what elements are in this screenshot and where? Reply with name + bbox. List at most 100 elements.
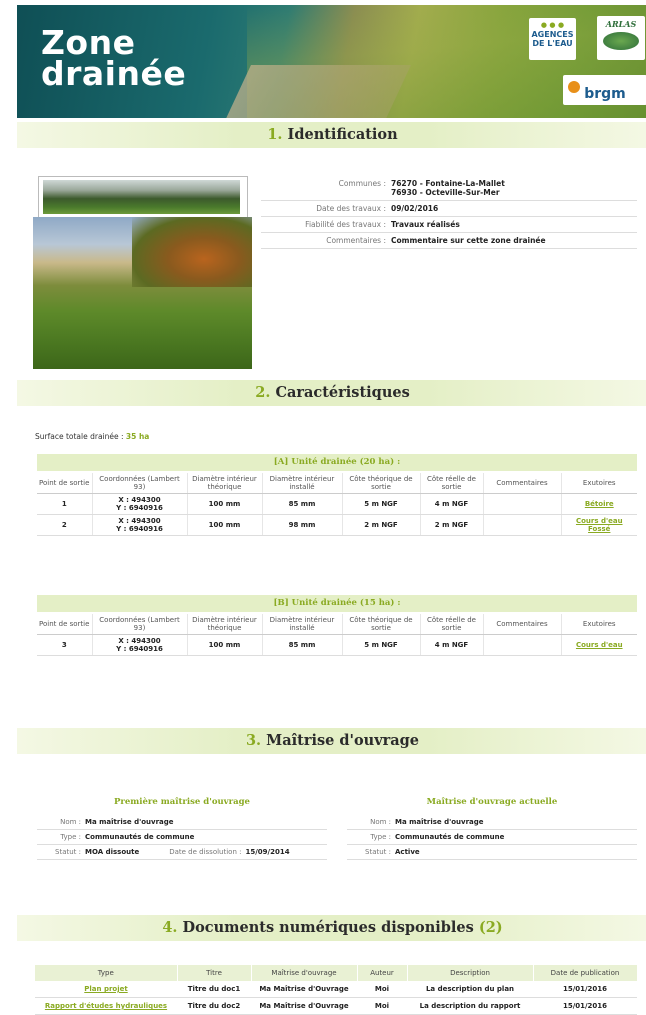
commentaires-label: Commentaires : — [326, 236, 386, 245]
exutoires-cell: Bétoire — [561, 493, 637, 515]
photo-hedge — [43, 180, 240, 214]
doc-type-cell: Rapport d'études hydrauliques — [35, 997, 177, 1015]
date-label: Date des travaux : — [316, 204, 386, 213]
column-header: Type — [35, 965, 178, 981]
point-cell: 1 — [37, 493, 93, 515]
fiabilite-value: Travaux réalisés — [391, 220, 460, 229]
documents-table: Type Titre Maîtrise d'ouvrage Auteur Descrip… — [35, 965, 638, 1015]
column-header: Point de sortie — [37, 473, 93, 494]
exutoire-link[interactable]: Fossé — [563, 525, 637, 533]
table-header-row: Type Titre Maîtrise d'ouvrage Auteur Descrip… — [35, 965, 638, 981]
doc-moa-cell: Ma Maîtrise d'Ouvrage — [251, 997, 357, 1015]
commentaires-row: Commentaires : Commentaire sur cette zon… — [261, 233, 637, 249]
column-header: Diamètre intérieur installé — [262, 614, 343, 635]
type-label: Type : — [60, 833, 81, 841]
photo-field[interactable] — [33, 217, 252, 369]
section-header-documents: 4. Documents numériques disponibles (2) — [17, 915, 646, 941]
coords-cell: X : 494300 Y : 6940916 — [92, 634, 188, 656]
column-header: Côte théorique de sortie — [342, 473, 421, 494]
date-value: 09/02/2016 — [391, 204, 439, 213]
table-row: Plan projet Titre du doc1 Ma Maîtrise d'Ou… — [35, 981, 637, 998]
arlas-logo-text: ARLAS — [605, 19, 637, 29]
column-header: Exutoires — [561, 473, 637, 494]
documents-count: (2) — [478, 919, 503, 936]
doc-titre-cell: Titre du doc2 — [177, 997, 251, 1015]
doc-moa-cell: Ma Maîtrise d'Ouvrage — [251, 981, 357, 998]
moa-nom-row: Nom : Ma maîtrise d'ouvrage — [37, 815, 327, 830]
doc-type-link[interactable]: Rapport d'études hydrauliques — [37, 1002, 175, 1010]
surface-totale: Surface totale drainée : 35 ha — [35, 432, 149, 441]
moa-type-row: Type : Communautés de commune — [347, 830, 637, 845]
table-header-row: Point de sortie Coordonnées (Lambert 93) D… — [37, 473, 637, 494]
coord-y: Y : 6940916 — [116, 525, 163, 533]
moa-nom-row: Nom : Ma maîtrise d'ouvrage — [347, 815, 637, 830]
diametre-installe-cell: 98 mm — [262, 514, 343, 536]
diametre-installe-cell: 85 mm — [262, 493, 343, 515]
section-number: 3. — [245, 732, 262, 749]
column-header: Coordonnées (Lambert 93) — [92, 614, 188, 635]
dissolution-label: Date de dissolution : — [169, 848, 242, 856]
unit-a-header: [A] Unité drainée (20 ha) : — [37, 454, 637, 471]
coord-x: X : 494300 — [118, 496, 161, 504]
doc-type-link[interactable]: Plan projet — [37, 985, 175, 993]
column-header: Diamètre intérieur installé — [262, 473, 343, 494]
column-header: Côte réelle de sortie — [420, 614, 484, 635]
commentaires-cell — [483, 514, 562, 536]
cote-reelle-cell: 4 m NGF — [420, 634, 484, 656]
commentaires-cell — [483, 634, 562, 656]
communes-row: Communes : 76270 - Fontaine-La-Mallet 76… — [261, 176, 637, 201]
diametre-theorique-cell: 100 mm — [187, 493, 263, 515]
type-value: Communautés de commune — [85, 833, 195, 841]
surface-label: Surface totale drainée : — [35, 432, 124, 441]
page-title-line2: drainée — [41, 54, 187, 93]
date-row: Date des travaux : 09/02/2016 — [261, 201, 637, 217]
column-header: Auteur — [357, 965, 408, 981]
exutoire-link[interactable]: Bétoire — [563, 500, 637, 508]
commune-2: 76930 - Octeville-Sur-Mer — [391, 188, 500, 197]
dissolution-value: 15/09/2014 — [245, 848, 290, 856]
cote-reelle-cell: 2 m NGF — [420, 514, 484, 536]
exutoire-link[interactable]: Cours d'eau — [563, 641, 637, 649]
unit-b-header: [B] Unité drainée (15 ha) : — [37, 595, 637, 612]
exutoires-cell: Cours d'eau Fossé — [561, 514, 637, 536]
section-header-maitrise-ouvrage: 3. Maîtrise d'ouvrage — [17, 728, 646, 754]
photo-trees — [132, 217, 252, 287]
coords-cell: X : 494300 Y : 6940916 — [92, 493, 188, 515]
photo-thumbnail[interactable] — [38, 176, 248, 218]
cote-theorique-cell: 5 m NGF — [342, 493, 421, 515]
agences-eau-logo: ● ● ● AGENCES DE L'EAU — [529, 18, 576, 60]
column-header: Diamètre intérieur théorique — [187, 614, 263, 635]
moa-statut-row: Statut : MOA dissoute Date de dissolutio… — [37, 845, 327, 860]
column-header: Date de publication — [533, 965, 638, 981]
agences-logo-text: AGENCES DE L'EAU — [531, 30, 574, 48]
identification-details: Communes : 76270 - Fontaine-La-Mallet 76… — [261, 176, 637, 249]
unit-a-table: Point de sortie Coordonnées (Lambert 93) D… — [37, 473, 637, 536]
statut-value: Active — [395, 848, 420, 856]
brgm-logo: brgm — [563, 75, 646, 105]
diametre-theorique-cell: 100 mm — [187, 514, 263, 536]
brgm-logo-text: brgm — [584, 86, 626, 102]
nom-label: Nom : — [60, 818, 81, 826]
column-header: Diamètre intérieur théorique — [187, 473, 263, 494]
column-header: Maîtrise d'ouvrage — [251, 965, 358, 981]
communes-value: 76270 - Fontaine-La-Mallet 76930 - Octev… — [391, 179, 637, 197]
doc-description-cell: La description du rapport — [407, 997, 533, 1015]
table-header-row: Point de sortie Coordonnées (Lambert 93) D… — [37, 614, 637, 635]
column-header: Coordonnées (Lambert 93) — [92, 473, 188, 494]
arlas-landscape-icon — [603, 32, 639, 50]
coord-x: X : 494300 — [118, 517, 161, 525]
table-row: Rapport d'études hydrauliques Titre du do… — [35, 997, 637, 1015]
column-header: Description — [407, 965, 534, 981]
exutoire-link[interactable]: Cours d'eau — [563, 517, 637, 525]
moa-actuelle: Maîtrise d'ouvrage actuelle Nom : Ma maî… — [347, 797, 637, 860]
commentaires-value: Commentaire sur cette zone drainée — [391, 236, 546, 245]
moa-statut-row: Statut : Active — [347, 845, 637, 860]
section-header-identification: 1. Identification — [17, 122, 646, 148]
doc-type-cell: Plan projet — [35, 981, 177, 998]
type-value: Communautés de commune — [395, 833, 505, 841]
page-title: Zone drainée — [41, 26, 187, 93]
doc-description-cell: La description du plan — [407, 981, 533, 998]
section-number: 2. — [255, 384, 271, 401]
statut-label: Statut : — [365, 848, 391, 856]
coord-x: X : 494300 — [118, 637, 161, 645]
